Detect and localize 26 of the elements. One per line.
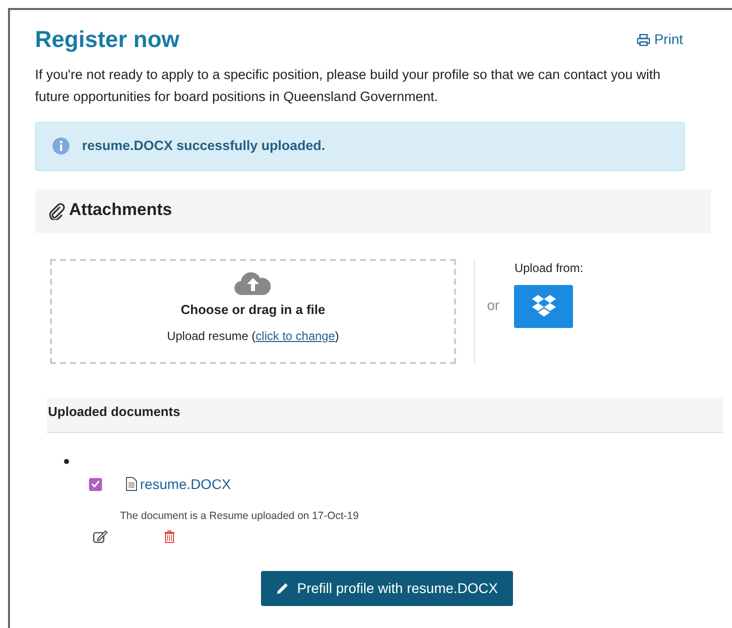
document-link[interactable]: resume.DOCX [126,474,232,495]
document-icon [126,477,137,492]
or-text: or [487,296,500,315]
attachments-heading: Attachments [69,200,172,221]
file-dropzone[interactable]: Choose or drag in a file Upload resume (click to change) [50,258,456,364]
document-description: The document is a Resume uploaded on 17-Oct-19 [120,508,360,524]
uploaded-heading: Uploaded documents [48,404,180,419]
trash-icon[interactable] [164,530,175,544]
upload-hint: Upload resume (click to change) [166,328,340,346]
alert-message: resume.DOCX successfully uploaded. [82,136,326,155]
upload-from-label: Upload from: [514,260,584,277]
document-checkbox[interactable] [89,478,102,491]
intro-text: If you're not ready to apply to a specific position, please build your profile so that we can contact you with future opportunities for board positions in Queensland Government. [35,66,662,106]
page-title: Register now [35,26,180,54]
info-icon [52,137,70,156]
edit-icon[interactable] [93,530,108,544]
printer-icon [637,34,650,46]
bullet-mark [64,458,69,464]
dropbox-button[interactable] [514,284,574,328]
pencil-icon [276,582,290,596]
open-box-icon [530,294,557,318]
paperclip-icon [47,202,65,220]
dropzone-title: Choose or drag in a file [180,300,326,319]
print-link[interactable]: Print [637,29,683,50]
change-link[interactable]: click to change [256,329,336,344]
prefill-button[interactable]: Prefill profile with resume.DOCX [261,571,513,606]
